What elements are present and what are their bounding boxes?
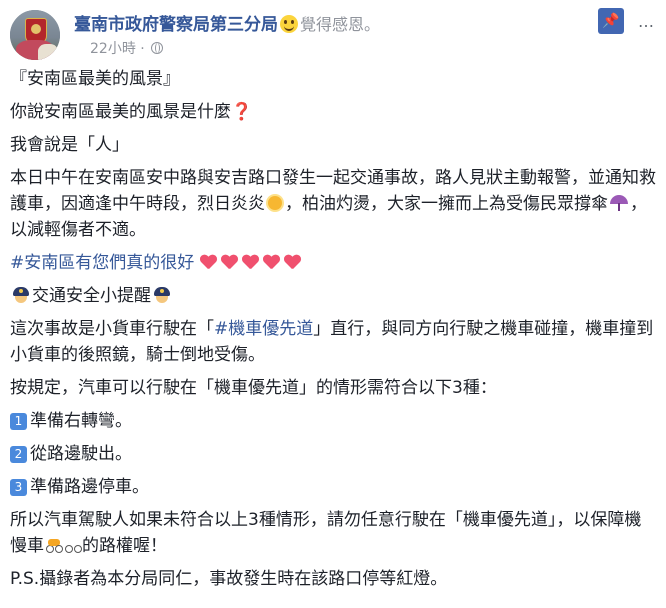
post-ps: P.S.攝錄者為本分局同仁，事故發生時在該路口停等紅燈。 [10,569,448,589]
post-line: 我會說是「人」 [10,135,129,155]
umbrella-icon [610,195,628,211]
post-meta: 22小時 · [90,38,164,58]
hashtag-link[interactable]: #機車優先道 [214,319,313,339]
avatar-figure [38,44,58,60]
post-line: 『安南區最美的風景』 [10,69,180,89]
meta-separator: · [140,41,145,57]
post-timestamp[interactable]: 22小時 [90,41,136,57]
post-paragraph: 所以汽車駕駛人如果未符合以上3種情形，請勿任意行駛在「機車優先道」，以保障機慢車… [10,510,642,556]
post-header: 臺南市政府警察局第三分局 覺得感恩。 22小時 · 📌 … [10,8,656,60]
keycap-number-icon: 1 [10,413,27,430]
list-item: 1 準備右轉彎。 [10,408,656,434]
police-officer-icon [12,286,30,304]
motor-scooter-icon [45,538,63,553]
keycap-number-icon: 3 [10,479,27,496]
globe-icon[interactable] [151,42,164,54]
post-line: 你說安南區最美的風景是什麼❓ [10,102,253,122]
red-heart-icon [221,255,237,269]
red-heart-icon [200,255,216,269]
post-body: 『安南區最美的風景』 你說安南區最美的風景是什麼❓ 我會說是「人」 本日中午在安… [10,66,656,599]
red-heart-icon [263,255,279,269]
list-item: 2 從路邊駛出。 [10,441,656,467]
pin-button[interactable]: 📌 [598,8,624,34]
police-officer-icon [153,286,171,304]
page-name-link[interactable]: 臺南市政府警察局第三分局 [74,15,278,35]
red-question-mark-icon: ❓ [231,102,253,122]
more-options-button[interactable]: … [636,12,656,32]
list-item: 3 準備路邊停車。 [10,474,656,500]
ellipsis-icon: … [638,12,654,31]
page-name-line: 臺南市政府警察局第三分局 覺得感恩。 [74,10,380,35]
bicycle-icon [64,538,82,553]
feeling-text: 覺得感恩。 [300,15,381,34]
page-avatar[interactable] [10,10,60,60]
tips-title: 交通安全小提醒 [10,283,656,309]
red-heart-icon [242,255,258,269]
post-paragraph: 這次事故是小貨車行駛在「#機車優先道」直行，與同方向行駛之機車碰撞，機車撞到小貨… [10,319,654,365]
post-paragraph: 本日中午在安南區安中路與安吉路口發生一起交通事故，路人見狀主動報警，並通知救護車… [10,168,656,240]
rules-list: 1 準備右轉彎。 2 從路邊駛出。 3 準備路邊停車。 [10,408,656,500]
red-heart-icon [284,255,300,269]
hashtag-line: #安南區有您們真的很好 [10,250,656,276]
smiling-face-icon [280,15,298,33]
post-paragraph: 按規定，汽車可以行駛在「機車優先道」的情形需符合以下3種： [10,378,497,398]
pin-icon: 📌 [602,13,620,29]
sun-icon [268,196,282,210]
hashtag-link[interactable]: #安南區有您們真的很好 [10,253,194,273]
keycap-number-icon: 2 [10,446,27,463]
